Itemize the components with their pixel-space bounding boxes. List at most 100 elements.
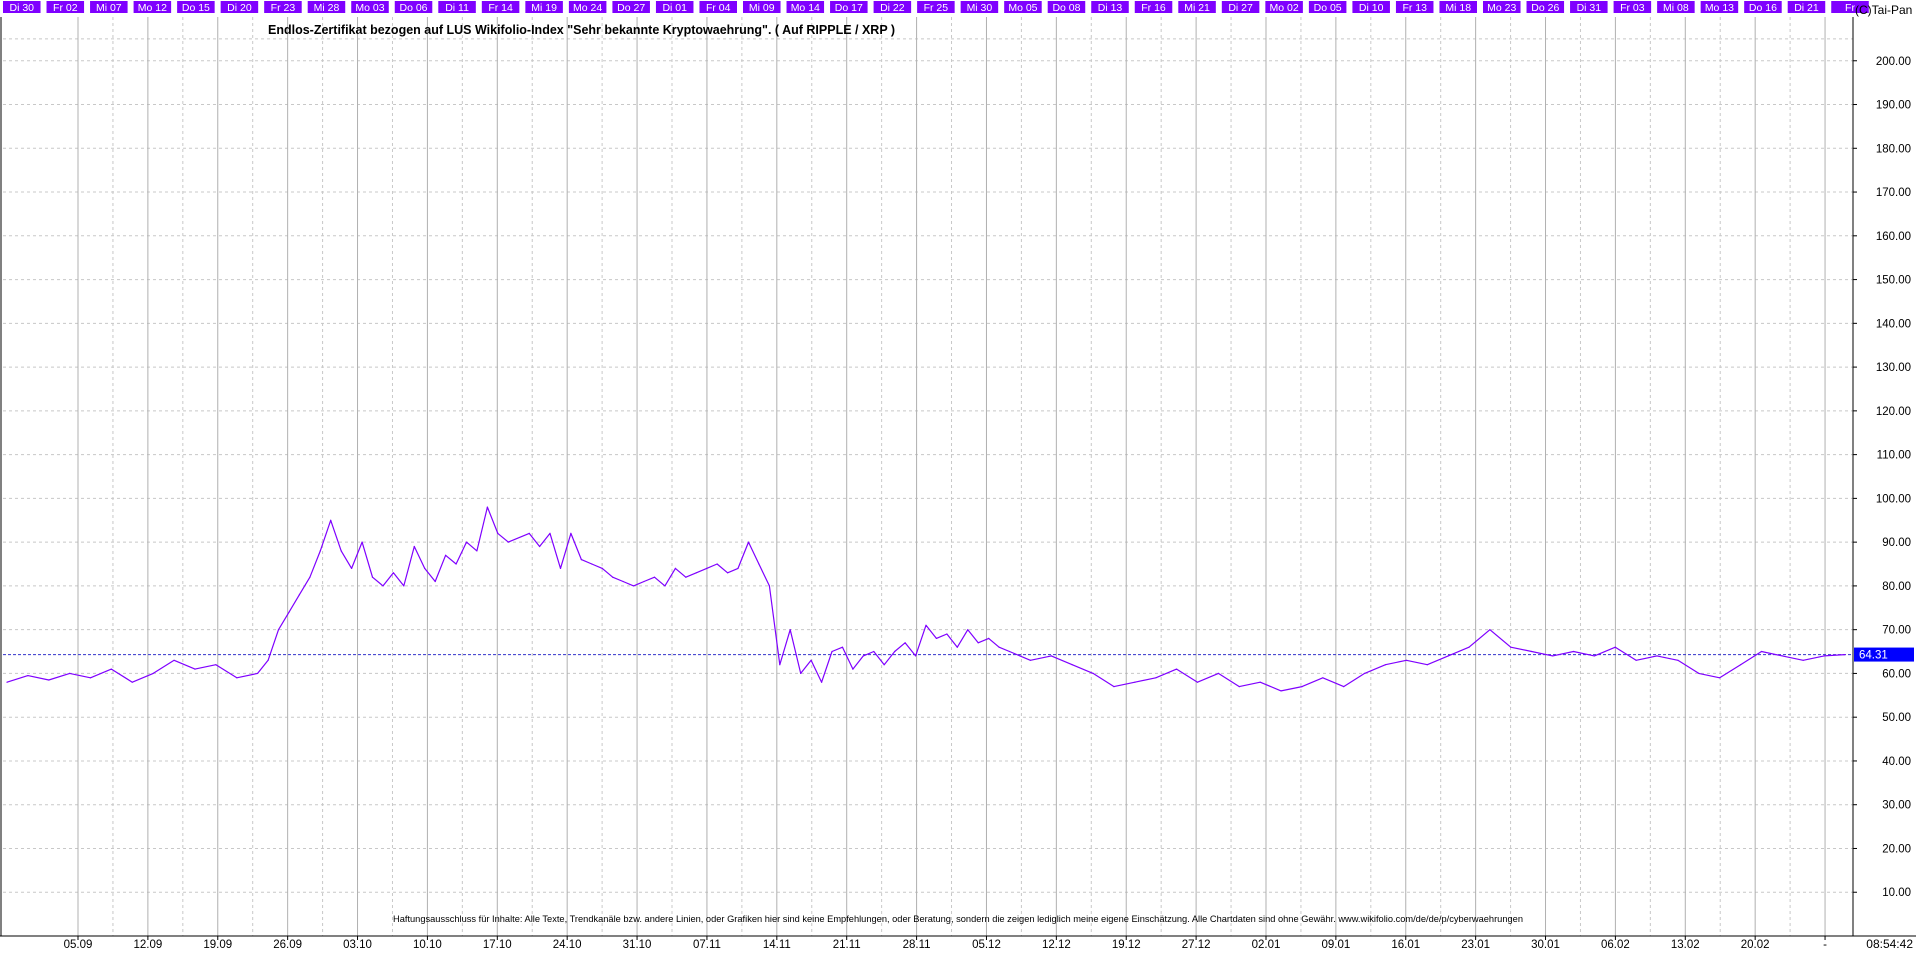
chart-svg: Di 30 Fr 02 Mi 07 Mo 12 Do 15 Di 20 Fr 23 Mi 28…: [0, 0, 1916, 952]
x-tick-label: 13.02: [1671, 939, 1700, 951]
top-date-label: Do 17: [835, 2, 863, 14]
series-point: [1510, 646, 1512, 648]
x-tick-label: 19.09: [203, 939, 232, 951]
series-point: [267, 659, 269, 661]
series-point: [1364, 672, 1366, 675]
y-tick-label: 110.00: [1877, 450, 1911, 462]
series-point: [1802, 659, 1804, 661]
series-point: [1823, 655, 1825, 657]
series-point: [424, 567, 426, 570]
disclaimer-text: Haftungsausschluss für Inhalte: Alle Tex…: [393, 914, 1523, 925]
series-point: [716, 563, 718, 565]
series-point: [486, 506, 488, 508]
series-point: [800, 672, 802, 675]
series-point: [674, 567, 677, 570]
x-tick-label: 31.10: [623, 939, 652, 951]
top-date-label: Do 08: [1052, 2, 1080, 14]
series-point: [1008, 650, 1011, 653]
series-point: [852, 668, 854, 670]
top-date-label: Di 27: [1228, 2, 1253, 14]
series-point: [706, 567, 708, 570]
series-point: [277, 629, 280, 631]
series-point: [528, 532, 530, 535]
top-date-label: Do 06: [400, 2, 428, 14]
series-point: [1781, 655, 1783, 657]
series-point: [1656, 655, 1658, 657]
series-point: [215, 664, 217, 666]
top-date-label: Fr 03: [1620, 2, 1645, 14]
x-tick-label: 26.09: [273, 939, 302, 951]
series-point: [841, 646, 844, 648]
series-point: [977, 642, 979, 644]
top-date-label: Fr 14: [488, 2, 513, 14]
top-date-label: Di 21: [1794, 2, 1819, 14]
series-point: [1092, 672, 1094, 675]
series-point: [559, 567, 562, 570]
x-tick-label: 23.01: [1461, 939, 1490, 951]
series-point: [382, 585, 384, 587]
top-date-label: Mo 24: [573, 2, 602, 14]
series-point: [862, 655, 864, 657]
series-point: [1552, 655, 1554, 657]
y-tick-label: 150.00: [1876, 275, 1911, 287]
series-point: [915, 655, 917, 657]
series-point: [6, 681, 8, 683]
series-point: [1029, 659, 1031, 661]
y-tick-label: 130.00: [1876, 362, 1911, 374]
y-tick-label: 40.00: [1882, 756, 1911, 768]
top-date-label: Fr 04: [706, 2, 731, 14]
y-tick-label: 20.00: [1882, 843, 1911, 855]
series-point: [298, 594, 300, 596]
series-point: [956, 646, 958, 648]
series-point: [988, 637, 990, 640]
series-point: [653, 576, 656, 578]
series-point: [1635, 659, 1637, 661]
top-date-label: Do 15: [182, 2, 210, 14]
series-point: [392, 572, 394, 574]
series-point: [1677, 659, 1679, 661]
series-point: [873, 650, 875, 653]
series-point: [1280, 690, 1282, 692]
series-point: [413, 545, 415, 548]
series-point: [570, 532, 572, 535]
x-tick-label: 27.12: [1182, 939, 1211, 951]
series-point: [1019, 655, 1021, 657]
top-date-label: Di 20: [227, 2, 252, 14]
series-point: [1196, 681, 1199, 683]
x-tick-label: 05.12: [972, 939, 1001, 951]
series-point: [737, 567, 739, 570]
series-point: [1405, 659, 1407, 661]
series-point: [1259, 681, 1261, 683]
y-tick-label: 90.00: [1882, 537, 1911, 549]
series-point: [998, 646, 1000, 648]
top-date-label: Di 22: [880, 2, 905, 14]
x-tick-label: -: [1823, 939, 1827, 951]
series-point: [434, 580, 436, 583]
series-point: [309, 576, 311, 578]
y-tick-label: 180.00: [1876, 143, 1911, 155]
series-point: [1071, 664, 1073, 666]
top-date-label: Fr 16: [1141, 2, 1166, 14]
top-date-label: Mo 02: [1270, 2, 1299, 14]
series-point: [1698, 672, 1700, 675]
series-point: [497, 532, 499, 535]
series-point: [904, 642, 906, 644]
x-tick-label: 20.02: [1741, 939, 1770, 951]
series-point: [330, 519, 332, 521]
x-tick-label: 17.10: [483, 939, 512, 951]
series-point: [319, 550, 321, 552]
series-point: [1593, 655, 1595, 657]
series-point: [591, 563, 593, 565]
y-tick-label: 190.00: [1876, 100, 1911, 112]
y-tick-label: 10.00: [1882, 887, 1911, 899]
x-tick-label: 12.09: [133, 939, 162, 951]
series-point: [894, 650, 896, 653]
top-date-label: Fr 02: [53, 2, 78, 14]
x-tick-label: 19.12: [1112, 939, 1141, 951]
series-point: [946, 633, 948, 635]
series-point: [131, 681, 133, 683]
x-tick-label: 03.10: [343, 939, 372, 951]
y-tick-label: 160.00: [1876, 231, 1911, 243]
series-point: [1155, 677, 1157, 679]
series-point: [758, 563, 760, 565]
